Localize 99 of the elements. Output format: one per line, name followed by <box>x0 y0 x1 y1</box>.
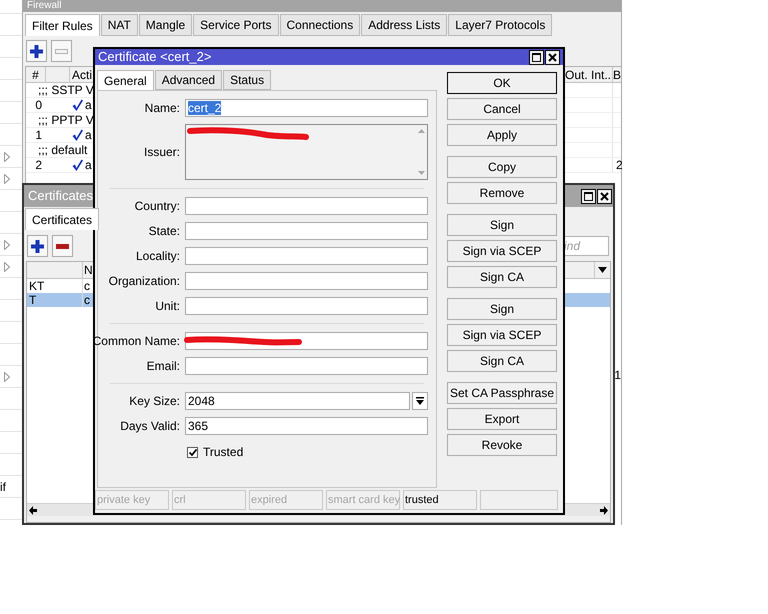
dialog-button[interactable]: Copy <box>447 156 557 178</box>
tab[interactable]: Filter Rules <box>25 14 100 36</box>
input-field[interactable]: cert_2 <box>185 99 428 117</box>
field-label: Country: <box>134 198 180 215</box>
tab[interactable]: Mangle <box>138 14 192 36</box>
table-cell: a <box>85 158 92 172</box>
input-field[interactable] <box>185 357 428 375</box>
dialog-button[interactable]: Cancel <box>447 98 557 120</box>
status-field: private key <box>95 490 169 510</box>
field-label: Locality: <box>136 248 180 265</box>
tab[interactable]: NAT <box>100 14 138 36</box>
remove-button[interactable] <box>52 235 73 257</box>
check-icon <box>72 99 83 111</box>
caret-icon <box>416 397 424 405</box>
input-field[interactable] <box>185 297 428 315</box>
field-label: State: <box>148 223 180 240</box>
tab[interactable]: Layer7 Protocols <box>448 14 552 36</box>
input-field[interactable] <box>185 197 428 215</box>
tab[interactable]: Address Lists <box>361 14 448 36</box>
close-icon <box>600 192 609 200</box>
input-field[interactable] <box>185 247 428 265</box>
field-label: Email: <box>146 358 180 375</box>
field-label: Name: <box>144 100 180 117</box>
tab[interactable]: Service Ports <box>193 14 279 36</box>
close-button[interactable] <box>545 50 560 64</box>
left-arrow-icon <box>29 506 37 514</box>
table-cell: a <box>85 98 92 112</box>
input-field[interactable] <box>185 272 428 290</box>
tab[interactable]: General <box>97 70 154 90</box>
tab[interactable]: Connections <box>280 14 360 36</box>
input-field[interactable]: 365 <box>185 417 428 435</box>
dropdown-button[interactable] <box>412 392 428 410</box>
field-label: Unit: <box>155 298 180 315</box>
dropdown-field[interactable]: 2048 <box>185 392 410 410</box>
dialog-button[interactable]: Revoke <box>447 434 557 456</box>
table-cell: T <box>27 293 83 307</box>
status-field: expired <box>249 490 323 510</box>
minus-icon <box>56 244 69 248</box>
column-header[interactable]: B <box>612 67 621 82</box>
checkbox-label: Trusted <box>203 444 244 461</box>
add-button[interactable] <box>27 235 48 257</box>
add-button[interactable] <box>26 40 47 62</box>
right-arrow-icon <box>600 506 608 514</box>
window-title: Certificate <cert_2> <box>98 49 212 65</box>
input-field[interactable] <box>185 332 428 350</box>
table-cell-text: c <box>83 279 91 293</box>
dialog-button[interactable]: OK <box>447 72 557 94</box>
down-arrow-icon <box>418 171 424 175</box>
status-field: smart card key <box>326 490 400 510</box>
dialog-button[interactable]: Remove <box>447 182 557 204</box>
status-field: crl <box>172 490 246 510</box>
maximize-button[interactable] <box>581 188 596 204</box>
status-field: trusted <box>403 490 477 510</box>
close-icon <box>548 52 557 62</box>
tab[interactable]: Advanced <box>154 70 222 90</box>
plus-icon <box>30 44 43 58</box>
table-cell-text: c <box>83 293 91 307</box>
table-cell: a <box>85 128 92 142</box>
up-arrow-icon <box>418 129 424 133</box>
maximize-button[interactable] <box>529 50 544 64</box>
column-header[interactable]: N <box>83 262 95 278</box>
table-cell-text: 2 <box>34 158 43 172</box>
field-label: Key Size: <box>129 393 180 410</box>
checkbox[interactable] <box>187 446 198 458</box>
tab[interactable]: Status <box>223 70 272 90</box>
maximize-icon <box>532 52 541 62</box>
dialog-button[interactable]: Sign via SCEP <box>447 240 557 262</box>
search-field[interactable]: ind <box>562 236 609 256</box>
window-title: Firewall <box>27 0 62 12</box>
plus-icon <box>31 240 44 252</box>
dialog-button[interactable]: Sign <box>447 214 557 236</box>
table-cell-text: 1 <box>614 367 621 384</box>
table-cell-text: 0 <box>34 98 43 112</box>
check-icon <box>72 129 83 141</box>
column-header[interactable]: # <box>26 67 46 82</box>
column-menu-button[interactable] <box>594 262 610 278</box>
field-label: Days Valid: <box>120 418 180 435</box>
dialog-button[interactable]: Sign CA <box>447 350 557 372</box>
table-cell: 2 <box>616 158 623 172</box>
field-label: Issuer: <box>144 144 180 161</box>
minus-icon <box>55 48 68 54</box>
text-area[interactable] <box>185 124 428 180</box>
dialog-button[interactable]: Sign CA <box>447 266 557 288</box>
close-button[interactable] <box>597 188 612 204</box>
row-fragment: if <box>0 478 6 496</box>
check-icon <box>72 159 83 171</box>
dialog-button[interactable]: Set CA Passphrase <box>447 382 557 404</box>
input-field[interactable] <box>185 222 428 240</box>
window-title: Certificates <box>28 187 94 206</box>
table-cell-text: 1 <box>34 128 43 142</box>
field-label: Organization: <box>108 273 180 290</box>
caret-icon <box>598 267 607 273</box>
maximize-icon <box>584 192 593 200</box>
dialog-button[interactable]: Apply <box>447 124 557 146</box>
dialog-button[interactable]: Sign via SCEP <box>447 324 557 346</box>
tab[interactable]: Certificates <box>25 208 100 230</box>
check-icon <box>188 448 196 456</box>
dialog-button[interactable]: Export <box>447 408 557 430</box>
dialog-button[interactable]: Sign <box>447 298 557 320</box>
